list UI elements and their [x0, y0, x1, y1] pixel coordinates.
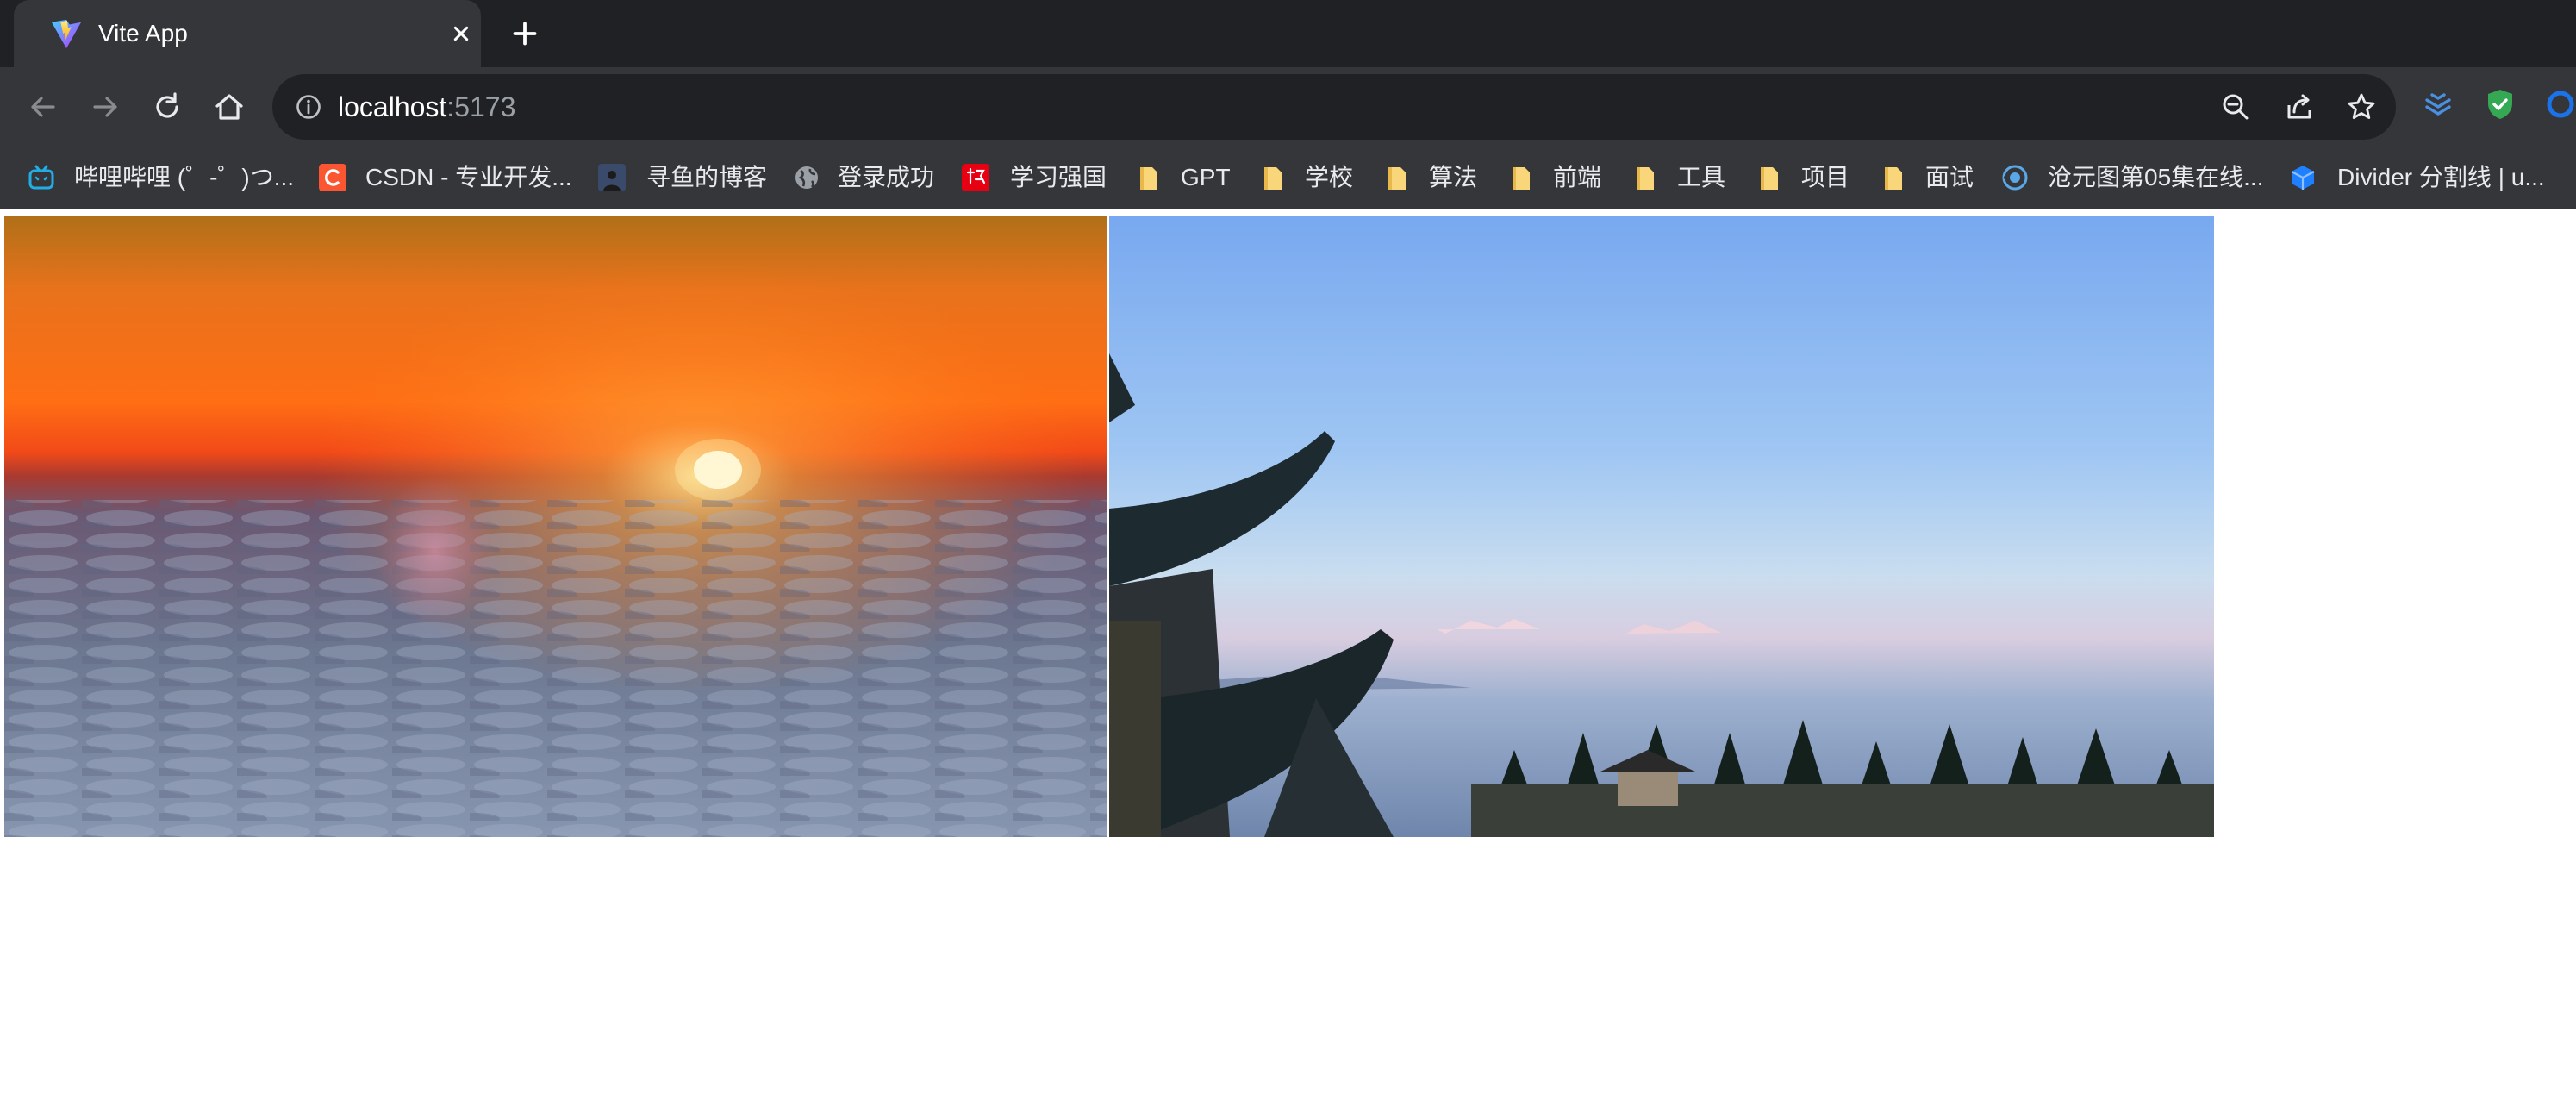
csdn-icon — [319, 164, 346, 191]
back-arrow-icon[interactable] — [24, 88, 62, 126]
vite-logo-icon — [51, 19, 82, 49]
cube-icon — [2291, 166, 2315, 190]
browser-toolbar: localhost:5173 — [0, 67, 2576, 147]
folder-icon — [1637, 167, 1654, 190]
bookmark-label: 面试 — [1925, 164, 1974, 191]
bookmark-folder-algorithm[interactable]: 算法 — [1386, 159, 1489, 197]
bookmark-label: 哔哩哔哩 (゜-゜)つ... — [74, 164, 295, 191]
globe-icon — [795, 166, 818, 189]
forward-arrow-icon[interactable] — [86, 88, 124, 126]
url-port: :5173 — [446, 91, 516, 122]
bookmark-divider-docs[interactable]: Divider 分割线 | u... — [2289, 159, 2573, 197]
bookmark-xuexi[interactable]: 学习强国 — [962, 159, 1117, 197]
bookmark-label: 工具 — [1677, 164, 1726, 191]
folder-icon — [1761, 167, 1778, 190]
bookmark-label: 寻鱼的博客 — [646, 164, 768, 191]
bookmark-label: Divider 分割线 | u... — [2337, 164, 2545, 191]
close-icon[interactable] — [445, 17, 477, 50]
share-icon[interactable] — [2282, 90, 2317, 124]
zoom-out-icon[interactable] — [2218, 90, 2253, 124]
bookmark-video[interactable]: 沧元图第05集在线... — [2001, 159, 2277, 197]
extension-layers-icon[interactable] — [2420, 86, 2456, 122]
bookmarks-bar: 哔哩哔哩 (゜-゜)つ... CSDN - 专业开发... 寻鱼的博客 登录成功… — [0, 147, 2576, 209]
bookmark-label: CSDN - 专业开发... — [365, 164, 572, 191]
bookmark-label: 登录成功 — [838, 164, 935, 191]
bookmark-folder-frontend[interactable]: 前端 — [1510, 159, 1613, 197]
folder-icon — [1140, 167, 1157, 190]
page-viewport — [0, 209, 2576, 1112]
bookmark-label: 沧元图第05集在线... — [2048, 164, 2264, 191]
bookmark-folder-school[interactable]: 学校 — [1262, 159, 1365, 197]
bookmark-folder-tools[interactable]: 工具 — [1634, 159, 1737, 197]
bookmark-csdn[interactable]: CSDN - 专业开发... — [319, 159, 577, 197]
folder-icon — [1264, 167, 1282, 190]
extension-shield-icon[interactable] — [2482, 86, 2518, 122]
reload-icon[interactable] — [148, 88, 186, 126]
bookmark-bilibili[interactable]: 哔哩哔哩 (゜-゜)つ... — [28, 159, 295, 197]
folder-icon — [1885, 167, 1902, 190]
sunrise-sea-of-clouds-photo — [4, 216, 1107, 837]
bookmark-label: 前端 — [1553, 164, 1602, 191]
new-tab-icon[interactable] — [507, 16, 543, 52]
bookmark-label: GPT — [1181, 164, 1231, 191]
bookmark-label: 学校 — [1305, 164, 1354, 191]
bookmark-folder-projects[interactable]: 项目 — [1758, 159, 1862, 197]
avatar-icon — [598, 164, 626, 191]
extension-ring-icon[interactable] — [2542, 86, 2576, 122]
tab-strip: Vite App — [0, 0, 2576, 67]
bookmark-folder-interview[interactable]: 面试 — [1882, 159, 1986, 197]
bookmark-star-icon[interactable] — [2344, 90, 2379, 124]
bookmark-folder-gpt[interactable]: GPT — [1138, 159, 1232, 197]
xuexi-icon — [962, 164, 989, 191]
url-host: localhost — [338, 91, 447, 122]
bookmark-label: 算法 — [1429, 164, 1478, 191]
url-text[interactable]: localhost:5173 — [338, 91, 515, 123]
folder-icon — [1388, 167, 1406, 190]
bookmark-login[interactable]: 登录成功 — [793, 159, 948, 197]
bookmark-blog[interactable]: 寻鱼的博客 — [598, 159, 770, 197]
tab-vite-app[interactable]: Vite App — [14, 0, 481, 67]
address-bar[interactable]: localhost:5173 — [272, 74, 2396, 140]
temple-roof-mountains-photo — [1109, 216, 2214, 837]
home-icon[interactable] — [210, 88, 248, 126]
bookmark-label: 项目 — [1801, 164, 1850, 191]
video-site-icon — [2002, 165, 2028, 191]
bilibili-icon — [28, 165, 54, 190]
site-info-icon[interactable] — [293, 91, 324, 122]
tab-title: Vite App — [98, 20, 188, 47]
bookmark-label: 学习强国 — [1010, 164, 1107, 191]
folder-icon — [1513, 167, 1530, 190]
